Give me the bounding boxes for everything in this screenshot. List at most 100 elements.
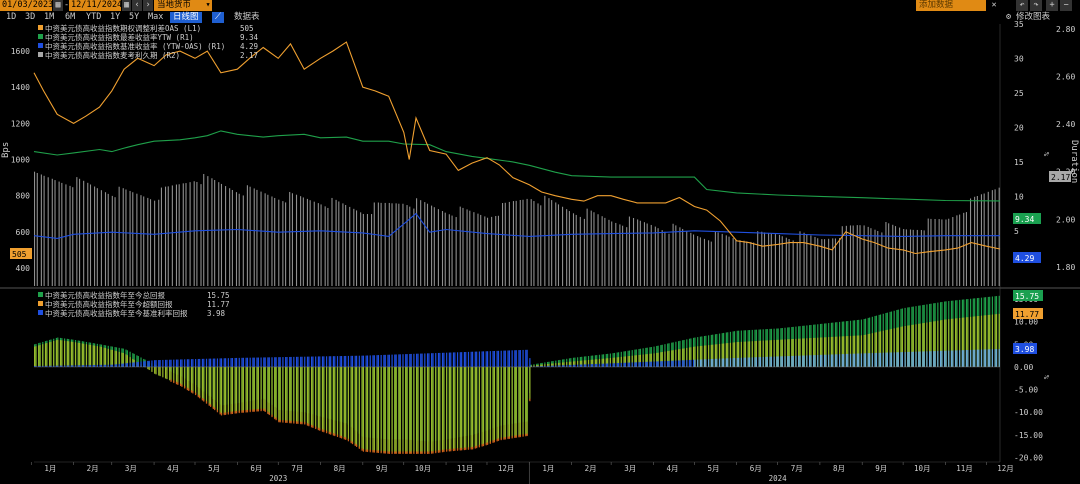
excess-return-bar [476, 366, 478, 448]
rate-return-bar [476, 351, 478, 367]
excess-return-edge [384, 451, 386, 454]
excess-return-bar [391, 366, 393, 453]
excess-return-edge [173, 380, 175, 384]
excess-return-bar [450, 366, 452, 451]
duration-last-value: 2.17 [1051, 173, 1070, 182]
rate-return-bar [166, 359, 168, 367]
duration-bar [295, 194, 298, 286]
excess-return-bar [507, 366, 509, 439]
rate-return-bar [503, 350, 505, 367]
rate-return-bar [858, 353, 860, 367]
duration-bar [590, 210, 592, 286]
excess-return-bar [195, 366, 197, 395]
excess-return-edge [514, 435, 516, 438]
duration-bar [661, 230, 663, 286]
excess-return-edge [197, 394, 199, 398]
duration-bar [686, 230, 688, 286]
excess-return-edge [282, 420, 284, 423]
rate-return-bar [103, 364, 105, 367]
duration-bar [291, 193, 293, 286]
duration-bar [484, 216, 486, 286]
excess-return-edge [275, 417, 277, 421]
excess-return-bar [155, 366, 157, 375]
duration-bar [94, 186, 96, 286]
duration-bar [231, 189, 233, 286]
rate-return-bar [310, 356, 313, 367]
excess-return-bar [111, 349, 113, 367]
month-tick-label: 10月 [914, 464, 931, 473]
rate-return-bar [738, 357, 740, 367]
excess-return-bar [328, 366, 330, 434]
excess-return-bar [249, 366, 251, 412]
duration-bar [61, 182, 63, 286]
duration-bar [491, 216, 493, 286]
rate-return-bar [162, 359, 164, 367]
rate-return-bar [300, 356, 302, 367]
duration-bar [806, 234, 808, 286]
excess-return-bar [223, 366, 225, 415]
duration-bar [34, 171, 36, 286]
excess-return-edge [306, 423, 309, 426]
rate-return-bar [308, 356, 310, 367]
duration-bar [271, 196, 273, 286]
excess-return-bar [489, 366, 491, 443]
rate-return-bar [514, 350, 516, 367]
excess-return-edge [186, 387, 189, 391]
rate-return-bar [984, 349, 987, 367]
month-tick-label: 9月 [376, 464, 388, 473]
duration-bar [193, 181, 195, 286]
rate-return-bar [671, 360, 673, 367]
duration-bar [863, 225, 865, 286]
rate-return-bar [989, 349, 991, 367]
excess-return-edge [417, 451, 419, 454]
excess-return-bar [210, 366, 212, 406]
excess-return-bar [234, 366, 236, 413]
excess-return-bar [504, 366, 506, 439]
duration-bar [974, 196, 976, 286]
excess-return-bar [529, 366, 531, 401]
rate-return-bar [188, 359, 190, 367]
duration-bar [76, 177, 78, 286]
duration-bar [881, 232, 883, 286]
excess-return-bar [252, 366, 254, 411]
rate-return-bar [507, 350, 509, 367]
rate-return-bar [212, 358, 214, 367]
excess-return-edge [456, 448, 459, 451]
rate-return-bar [470, 351, 472, 367]
duration-bar [413, 208, 415, 286]
duration-bar [469, 210, 471, 286]
rate-return-bar [380, 354, 382, 367]
excess-return-bar [81, 343, 83, 367]
excess-return-bar [325, 366, 328, 433]
excess-return-edge [241, 410, 243, 413]
rate-return-bar [871, 353, 873, 367]
rate-return-bar [769, 356, 771, 367]
excess-return-edge [279, 419, 281, 423]
excess-return-bar [110, 349, 112, 367]
excess-return-bar [459, 366, 461, 450]
rate-return-bar [107, 364, 109, 367]
rate-return-bar [242, 357, 244, 367]
excess-return-bar [50, 341, 52, 367]
duration-bar [51, 178, 53, 286]
rate-return-bar [682, 360, 684, 367]
rate-return-bar [361, 355, 363, 367]
month-tick-label: 9月 [875, 464, 887, 473]
duration-bar [963, 212, 965, 286]
rate-return-bar [934, 351, 936, 367]
excess-return-bar [227, 366, 229, 414]
duration-bar [309, 200, 311, 286]
excess-return-edge [529, 398, 531, 402]
rate-return-bar [129, 362, 131, 367]
rate-return-bar [205, 358, 208, 367]
excess-return-bar [448, 366, 450, 451]
rate-return-bar [343, 355, 345, 367]
excess-return-edge [297, 421, 299, 424]
duration-bar [132, 192, 134, 286]
rate-return-bar [594, 363, 596, 367]
excess-return-edge [426, 451, 429, 454]
rate-return-bar [179, 359, 182, 367]
rate-return-bar [132, 362, 134, 367]
rate-return-bar [154, 360, 156, 367]
excess-return-edge [300, 421, 302, 425]
